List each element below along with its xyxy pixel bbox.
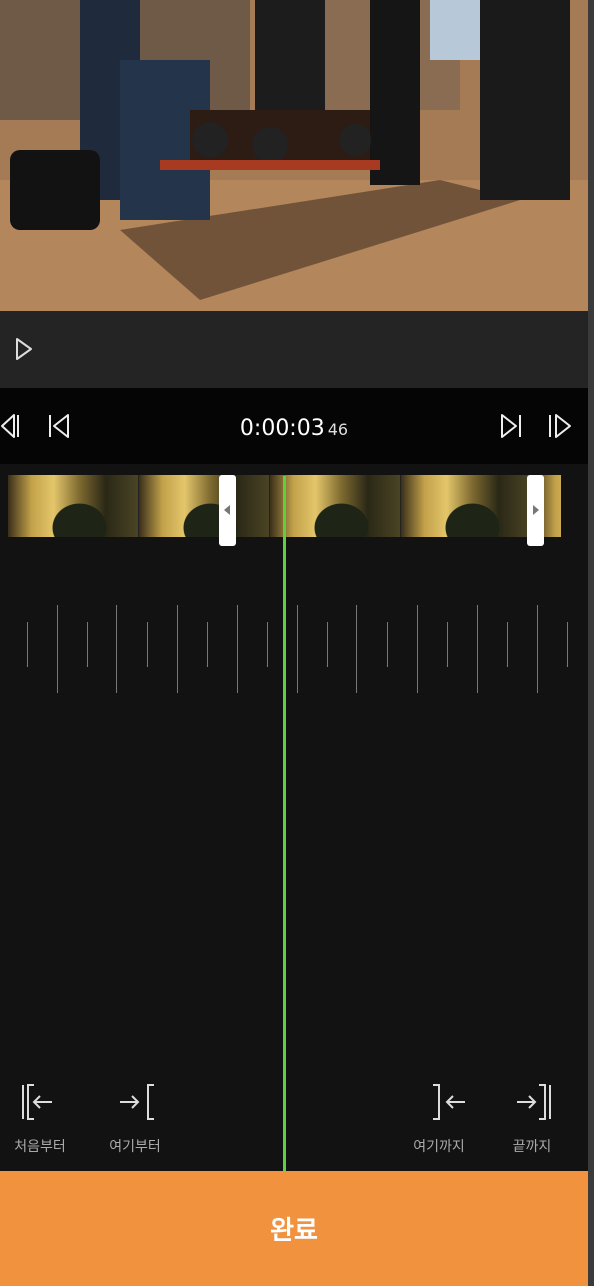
- playhead[interactable]: [283, 476, 286, 1171]
- skip-to-end-icon: [501, 414, 521, 438]
- trim-to-here-icon: [433, 1084, 465, 1120]
- waveform-tick: [87, 622, 88, 667]
- waveform-tick: [116, 605, 117, 693]
- play-bar: [0, 311, 588, 388]
- waveform-tick: [387, 622, 388, 667]
- waveform-tick: [297, 605, 298, 693]
- timeline[interactable]: [0, 464, 588, 1170]
- clip-thumbnail: [8, 475, 139, 537]
- clip-thumbnail: [270, 475, 401, 537]
- trim-from-start-label: 처음부터: [14, 1139, 66, 1155]
- waveform-tick: [147, 622, 148, 667]
- trim-from-start-button[interactable]: 처음부터: [5, 1082, 75, 1156]
- play-icon: [16, 338, 32, 360]
- waveform-tick: [417, 605, 418, 693]
- waveform-tick: [57, 605, 58, 693]
- screen-edge: [588, 0, 594, 1286]
- clip-thumbnail: [139, 475, 270, 537]
- clip-thumbnail: [401, 475, 532, 537]
- waveform-tick: [356, 605, 357, 693]
- waveform-tick: [177, 605, 178, 693]
- waveform-tick: [567, 622, 568, 667]
- trim-start-handle[interactable]: [219, 475, 236, 546]
- chevron-left-icon: [224, 505, 230, 515]
- waveform-tick: [237, 605, 238, 693]
- waveform-tick: [207, 622, 208, 667]
- waveform-tick: [447, 622, 448, 667]
- next-frame-button[interactable]: [546, 412, 574, 440]
- video-preview: [0, 0, 588, 311]
- trim-to-here-label: 여기까지: [413, 1139, 465, 1155]
- trim-end-handle[interactable]: [527, 475, 544, 546]
- trim-to-end-label: 끝까지: [512, 1139, 552, 1155]
- waveform-tick: [477, 605, 478, 693]
- frame-nav-bar: 0:00:03 46: [0, 388, 588, 464]
- trim-to-here-button[interactable]: 여기까지: [404, 1082, 474, 1156]
- trim-from-here-button[interactable]: 여기부터: [100, 1082, 170, 1156]
- waveform-tick: [507, 622, 508, 667]
- next-frame-icon: [549, 414, 571, 438]
- waveform-tick: [537, 605, 538, 693]
- skip-to-end-button[interactable]: [498, 412, 526, 440]
- play-button[interactable]: [12, 336, 36, 362]
- timecode-main: 0:00:03: [239, 416, 325, 441]
- timecode-frames: 46: [327, 420, 349, 439]
- trim-to-end-button[interactable]: 끝까지: [497, 1082, 567, 1156]
- waveform-tick: [327, 622, 328, 667]
- trim-from-here-icon: [120, 1084, 154, 1120]
- waveform-tick: [267, 622, 268, 667]
- trim-to-end-icon: [517, 1084, 551, 1120]
- trim-from-start-icon: [22, 1084, 52, 1120]
- video-frame-image: [0, 0, 588, 311]
- chevron-right-icon: [533, 505, 539, 515]
- trim-from-here-label: 여기부터: [109, 1139, 161, 1155]
- waveform-tick: [27, 622, 28, 667]
- done-button[interactable]: 완료: [0, 1171, 588, 1286]
- done-button-label: 완료: [270, 1216, 318, 1246]
